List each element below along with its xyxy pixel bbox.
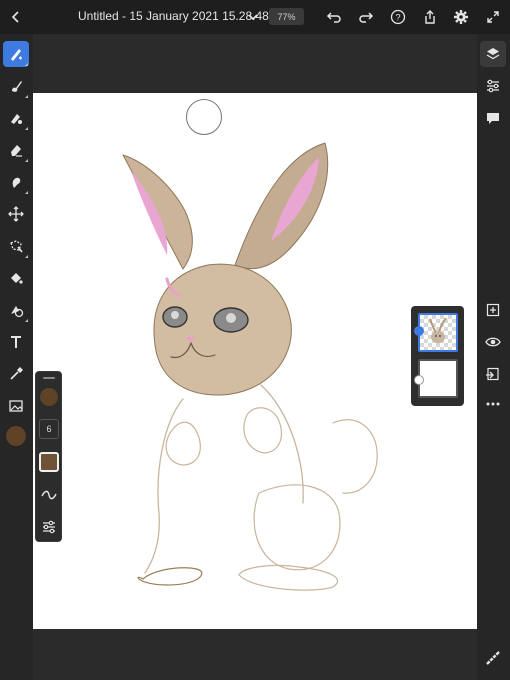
fill-icon[interactable] [3,265,29,291]
brush-settings-icon[interactable] [39,517,59,537]
mixer-brush-icon[interactable] [3,105,29,131]
import-icon[interactable] [480,361,506,387]
visibility-icon[interactable] [480,329,506,355]
brush-size-value[interactable]: 6 [39,419,59,439]
pixel-brush-icon[interactable] [3,73,29,99]
text-icon[interactable] [3,329,29,355]
zoom-level[interactable]: 77% [269,8,304,25]
more-icon[interactable] [480,391,506,417]
layer-thumbnail-drawing[interactable] [418,313,458,352]
current-color-swatch[interactable] [6,426,26,446]
undo-icon[interactable] [322,5,346,29]
shape-icon[interactable] [3,297,29,323]
layer-preview [429,317,447,343]
add-layer-icon[interactable] [480,297,506,323]
brush-stroke-icon[interactable] [39,485,59,505]
redo-icon[interactable] [354,5,378,29]
chevron-down-icon[interactable] [241,5,265,29]
fullscreen-icon[interactable] [481,5,505,29]
lasso-icon[interactable] [3,233,29,259]
brush-color-swatch[interactable] [39,452,59,472]
pen-settings-icon[interactable] [480,645,506,671]
layers-icon[interactable] [480,41,506,67]
eyedropper-icon[interactable] [3,361,29,387]
comment-icon[interactable] [480,105,506,131]
layers-panel [411,306,464,406]
back-icon[interactable] [4,5,28,29]
move-icon[interactable] [3,201,29,227]
brush-preview-dot [40,388,58,406]
brush-cursor [186,99,222,135]
layer-lock-icon[interactable] [414,375,424,385]
smudge-icon[interactable] [3,169,29,195]
settings-icon[interactable] [449,5,473,29]
help-icon[interactable]: ? [386,5,410,29]
top-toolbar: Untitled - 15 January 2021 15.28.48 * 77… [0,0,510,34]
adjust-icon[interactable] [480,73,506,99]
svg-text:?: ? [395,13,400,23]
share-icon[interactable] [418,5,442,29]
eraser-icon[interactable] [3,137,29,163]
brush-settings-panel: 6 [35,371,62,542]
layer-thumbnail-background[interactable] [418,359,458,398]
panel-drag-handle[interactable] [43,377,55,379]
brush-tool-icon[interactable] [3,41,29,67]
layer-settings-icon[interactable] [414,326,424,336]
image-icon[interactable] [3,393,29,419]
